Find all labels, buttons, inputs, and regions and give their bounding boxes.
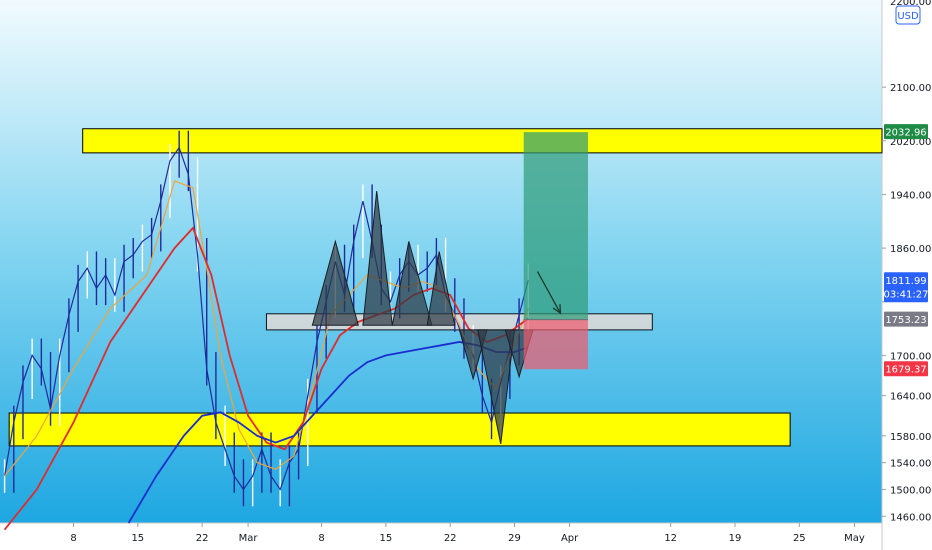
price-badge-label: 1679.37 bbox=[885, 365, 926, 376]
support-zone-2[interactable] bbox=[8, 412, 791, 447]
price-tick-label: 1640.00 bbox=[890, 392, 931, 403]
price-tick-label: 1940.00 bbox=[890, 190, 931, 201]
price-tick-label: 1500.00 bbox=[890, 485, 931, 496]
price-tick-label: 1540.00 bbox=[890, 459, 931, 470]
time-tick-label: 15 bbox=[380, 533, 393, 544]
chart-container: 8 15 22 Mar 8 15 22 29 Apr 12 19 25 May 2100.00 2020.… bbox=[0, 0, 932, 550]
position-profit-zone[interactable] bbox=[523, 132, 588, 320]
time-tick-label: 25 bbox=[793, 533, 806, 544]
price-tick-label: 1460.00 bbox=[890, 512, 931, 523]
time-tick-label: 8 bbox=[70, 533, 76, 544]
time-tick-label: 22 bbox=[196, 533, 209, 544]
time-tick-label: May bbox=[844, 533, 865, 544]
position-loss-zone[interactable] bbox=[523, 319, 588, 370]
position-layer[interactable] bbox=[523, 132, 588, 370]
time-tick-label: 15 bbox=[131, 533, 144, 544]
time-tick-label: 29 bbox=[508, 533, 521, 544]
time-tick-label: Mar bbox=[239, 533, 259, 544]
price-tick-label: 2100.00 bbox=[890, 83, 931, 94]
price-badge-label: 1811.99 bbox=[885, 276, 926, 287]
currency-label: USD bbox=[897, 11, 919, 22]
resistance-zone-0[interactable] bbox=[82, 128, 883, 154]
price-chart[interactable]: 8 15 22 Mar 8 15 22 29 Apr 12 19 25 May 2100.002020.… bbox=[0, 0, 932, 550]
time-tick-label: Apr bbox=[561, 533, 579, 544]
time-tick-label: 19 bbox=[729, 533, 742, 544]
price-badge-label: 2032.96 bbox=[885, 128, 926, 139]
time-tick-label: 12 bbox=[664, 533, 677, 544]
price-tick-label: 1700.00 bbox=[890, 351, 931, 362]
price-badge-label: 1753.23 bbox=[885, 315, 926, 326]
time-tick-label: 8 bbox=[318, 533, 324, 544]
price-tick-label: 1860.00 bbox=[890, 244, 931, 255]
price-badge-countdown: 03:41:27 bbox=[884, 289, 929, 300]
time-tick-label: 22 bbox=[444, 533, 457, 544]
price-tick-label: 1580.00 bbox=[890, 432, 931, 443]
